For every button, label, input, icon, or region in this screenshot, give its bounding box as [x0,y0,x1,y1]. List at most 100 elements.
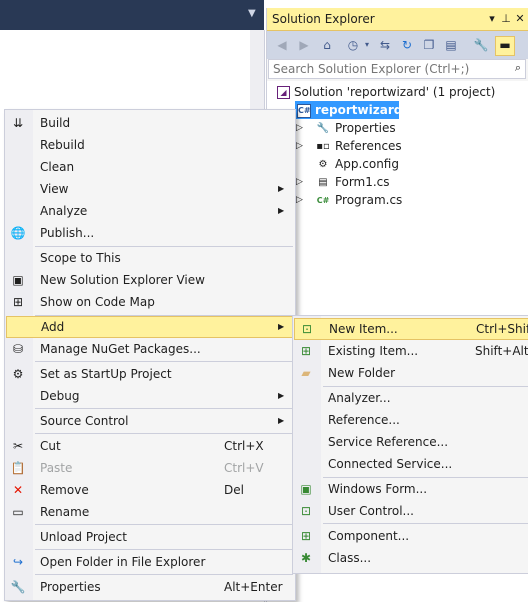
pin-icon[interactable]: ⊥ [499,12,513,26]
refresh-icon[interactable]: ↻ [399,37,415,53]
menu-item-build[interactable]: ⇊ Build [6,112,294,134]
submenu-item-service-reference[interactable]: Service Reference... [294,431,528,453]
new-folder-icon: ▰ [301,366,311,380]
tab-overflow-chevron-icon[interactable]: ▼ [248,9,258,19]
expand-arrow-icon[interactable]: ▷ [296,137,304,155]
menu-item-publish[interactable]: 🌐 Publish... [6,222,294,244]
menu-item-label: New Item... [329,322,398,336]
preview-icon[interactable]: ▬ [495,36,515,56]
open-folder-icon: ↪ [12,555,24,569]
back-icon[interactable]: ◀ [274,37,290,53]
solution-icon: ◢ [277,86,290,99]
panel-title: Solution Explorer [272,12,375,26]
home-icon[interactable]: ⌂ [319,37,335,53]
expand-arrow-icon[interactable]: ▷ [296,173,304,191]
shortcut-label: Alt+Enter [224,580,283,594]
windows-form-icon: ▣ [300,482,312,496]
tree-item-form1[interactable]: ▤ Form1.cs [315,173,389,191]
menu-item-show-on-code-map[interactable]: ⊞ Show on Code Map [6,291,294,313]
menu-item-label: Windows Form... [328,482,428,496]
search-icon[interactable]: ⌕ [515,61,521,75]
tree-node-label: Program.cs [335,193,403,207]
submenu-item-user-control[interactable]: ⊡ User Control... [294,500,528,522]
menu-item-label: Build [40,116,71,130]
remove-x-icon: ✕ [12,483,24,497]
menu-item-unload-project[interactable]: Unload Project [6,526,294,548]
project-context-menu: ⇊ Build Rebuild Clean View ▶ Analyze ▶ 🌐… [4,109,296,601]
solution-explorer-title-bar: Solution Explorer ▾ ⊥ ✕ [267,8,528,31]
menu-item-label: Source Control [40,414,129,428]
menu-item-label: Analyzer... [328,391,391,405]
tree-node-label: reportwizard [315,103,403,117]
menu-item-label: Scope to This [40,251,121,265]
submenu-item-connected-service[interactable]: Connected Service... [294,453,528,475]
tree-project-node[interactable]: C# reportwizard [295,101,403,119]
menu-item-source-control[interactable]: Source Control ▶ [6,410,294,432]
submenu-item-new-folder[interactable]: ▰ New Folder [294,362,528,384]
submenu-item-component[interactable]: ⊞ Component... [294,525,528,547]
menu-item-clean[interactable]: Clean [6,156,294,178]
new-item-icon: ⊡ [301,322,313,336]
show-all-files-icon[interactable]: ▤ [443,37,459,53]
gear-icon: ⚙ [12,367,24,381]
history-dropdown-icon[interactable]: ▾ [359,37,375,53]
pin-dropdown-icon[interactable]: ▾ [485,12,499,26]
search-box[interactable]: ⌕ [268,59,526,79]
menu-item-rebuild[interactable]: Rebuild [6,134,294,156]
menu-item-add[interactable]: Add ▶ [6,316,294,338]
menu-item-label: Reference... [328,413,400,427]
close-icon[interactable]: ✕ [513,12,527,26]
submenu-item-existing-item[interactable]: ⊞ Existing Item... Shift+Alt+A [294,340,528,362]
menu-item-properties[interactable]: 🔧 Properties Alt+Enter [6,576,294,598]
menu-item-label: Show on Code Map [40,295,155,309]
tree-node-label: Solution 'reportwizard' (1 project) [294,85,496,99]
expand-arrow-icon[interactable]: ▷ [296,119,304,137]
collapse-all-icon[interactable]: ❐ [421,37,437,53]
menu-item-label: Manage NuGet Packages... [40,342,201,356]
menu-item-rename[interactable]: ▭ Rename [6,501,294,523]
tree-item-properties[interactable]: 🔧 Properties [315,119,396,137]
submenu-item-new-item[interactable]: ⊡ New Item... Ctrl+Shift+A [294,318,528,340]
menu-item-analyze[interactable]: Analyze ▶ [6,200,294,222]
menu-item-new-solution-explorer-view[interactable]: ▣ New Solution Explorer View [6,269,294,291]
tree-item-program[interactable]: C# Program.cs [315,191,403,209]
shortcut-label: Ctrl+Shift+A [476,322,528,336]
submenu-item-reference[interactable]: Reference... [294,409,528,431]
menu-item-cut[interactable]: ✂ Cut Ctrl+X [6,435,294,457]
submenu-item-windows-form[interactable]: ▣ Windows Form... [294,478,528,500]
menu-item-set-startup[interactable]: ⚙ Set as StartUp Project [6,363,294,385]
forward-icon[interactable]: ▶ [296,37,312,53]
menu-item-view[interactable]: View ▶ [6,178,294,200]
new-view-icon: ▣ [12,273,24,287]
build-icon: ⇊ [12,116,24,130]
expand-arrow-icon[interactable]: ▷ [296,191,304,209]
wrench-icon: 🔧 [316,122,330,134]
menu-item-label: Component... [328,529,410,543]
tree-solution-node[interactable]: ◢ Solution 'reportwizard' (1 project) [277,83,495,101]
tree-item-app-config[interactable]: ⚙ App.config [315,155,399,173]
csharp-file-icon: C# [316,195,330,205]
menu-item-label: Service Reference... [328,435,449,449]
menu-item-debug[interactable]: Debug ▶ [6,385,294,407]
menu-item-paste[interactable]: 📋 Paste Ctrl+V [6,457,294,479]
menu-item-remove[interactable]: ✕ Remove Del [6,479,294,501]
menu-item-label: Set as StartUp Project [40,367,172,381]
submenu-item-class[interactable]: ✱ Class... [294,547,528,569]
tree-node-label: App.config [335,157,399,171]
menu-item-manage-nuget[interactable]: ⛁ Manage NuGet Packages... [6,338,294,360]
menu-separator [35,433,293,434]
menu-item-open-folder[interactable]: ↪ Open Folder in File Explorer [6,551,294,573]
properties-wrench-icon[interactable]: 🔧 [473,37,489,53]
menu-item-scope-to-this[interactable]: Scope to This [6,247,294,269]
menu-separator [323,523,528,524]
editor-scrollbar[interactable] [250,30,264,110]
tree-item-references[interactable]: ▪▫ References [315,137,401,155]
search-input[interactable] [269,60,511,78]
menu-separator [35,408,293,409]
menu-item-label: New Folder [328,366,396,380]
submenu-arrow-icon: ▶ [278,391,285,400]
shortcut-label: Del [224,483,244,497]
shortcut-label: Ctrl+V [224,461,264,475]
sync-icon[interactable]: ⇆ [377,37,393,53]
submenu-item-analyzer[interactable]: Analyzer... [294,387,528,409]
